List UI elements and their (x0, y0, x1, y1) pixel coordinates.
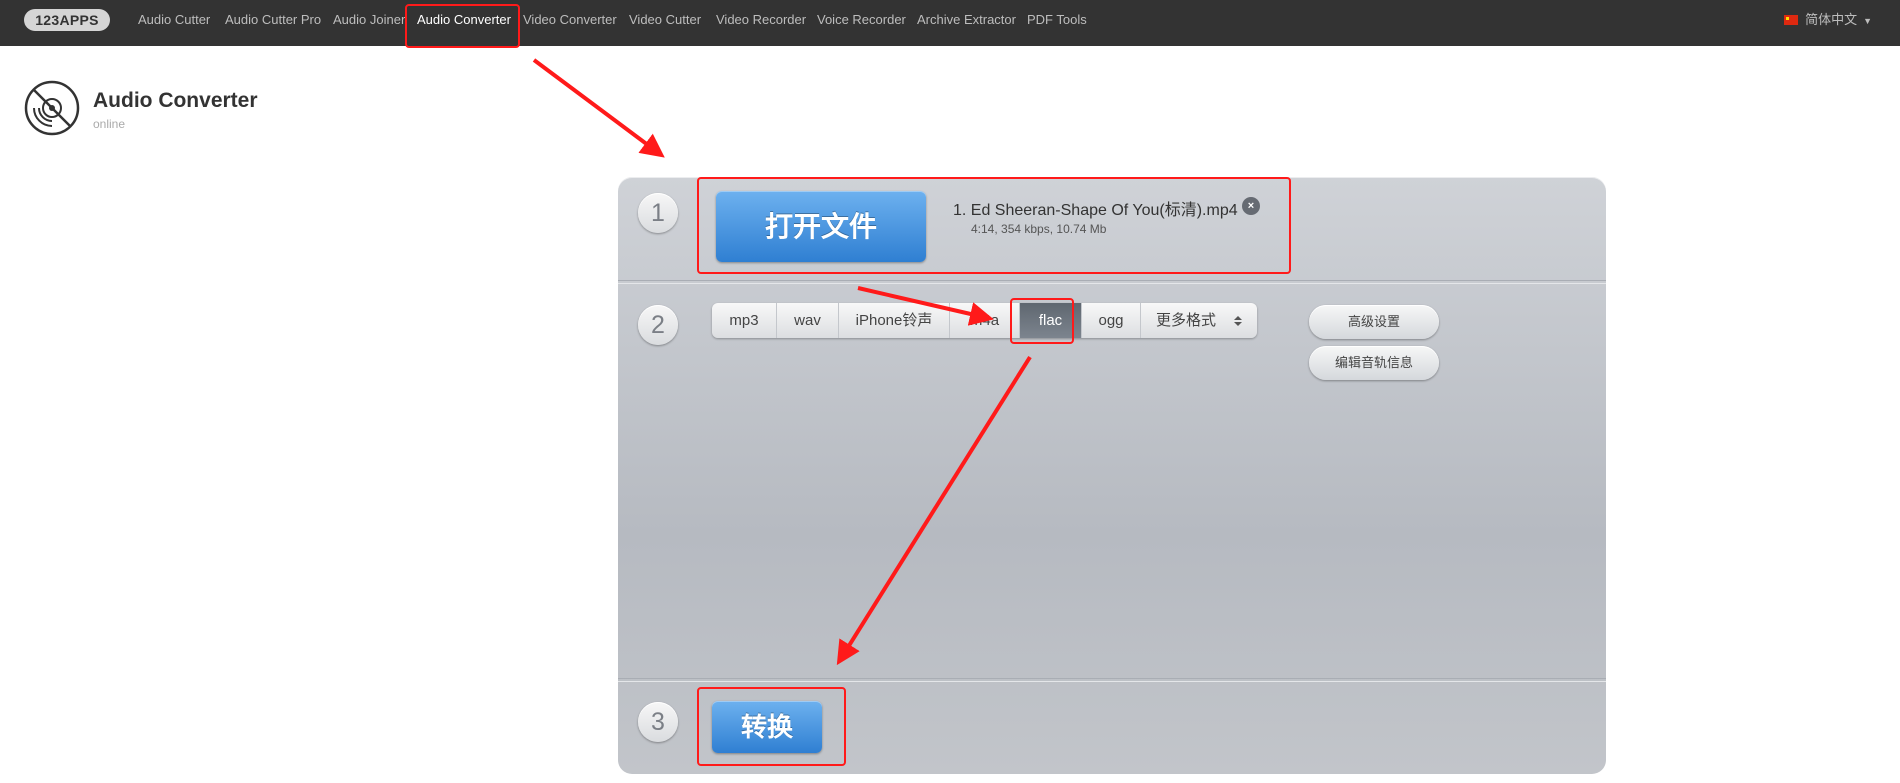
file-name: 1. Ed Sheeran-Shape Of You(标清).mp4 (953, 202, 1238, 219)
step-1-badge: 1 (638, 193, 678, 233)
more-formats-label: 更多格式 (1156, 312, 1217, 329)
language-label: 简体中文 (1805, 12, 1858, 27)
nav-item-audio-converter[interactable]: Audio Converter (417, 0, 511, 40)
format-option-ogg[interactable]: ogg (1082, 303, 1141, 338)
nav-item-video-recorder[interactable]: Video Recorder (716, 0, 806, 40)
format-option-mp3[interactable]: mp3 (712, 303, 777, 338)
page-subtitle: online (93, 117, 126, 131)
up-down-arrows-icon (1234, 316, 1242, 326)
convert-button[interactable]: 转换 (712, 701, 822, 753)
more-formats-select[interactable]: 更多格式 (1141, 303, 1257, 338)
nav-item-video-converter[interactable]: Video Converter (523, 0, 617, 40)
open-file-button[interactable]: 打开文件 (716, 191, 926, 262)
format-selector: mp3 wav iPhone铃声 m4a flac ogg 更多格式 (712, 303, 1257, 338)
disc-icon (24, 80, 80, 136)
step-2-badge: 2 (638, 305, 678, 345)
nav-item-audio-cutter-pro[interactable]: Audio Cutter Pro (225, 0, 321, 40)
format-option-m4a[interactable]: m4a (950, 303, 1020, 338)
converter-panel: 1 打开文件 1. Ed Sheeran-Shape Of You(标清).mp… (618, 177, 1606, 774)
arrow-to-open-file (532, 58, 665, 158)
file-meta: 4:14, 354 kbps, 10.74 Mb (971, 222, 1107, 236)
language-selector[interactable]: 简体中文 ▼ (1784, 0, 1872, 40)
close-icon[interactable]: × (1242, 197, 1260, 215)
format-option-iphone-ringtone[interactable]: iPhone铃声 (839, 303, 950, 338)
chevron-down-icon: ▼ (1863, 16, 1872, 26)
step-3-badge: 3 (638, 702, 678, 742)
nav-item-audio-joiner[interactable]: Audio Joiner (333, 0, 405, 40)
divider (618, 280, 1606, 284)
format-option-flac[interactable]: flac (1020, 303, 1082, 338)
nav-item-video-cutter[interactable]: Video Cutter (629, 0, 701, 40)
divider (618, 678, 1606, 682)
format-option-wav[interactable]: wav (777, 303, 839, 338)
page-title: Audio Converter (93, 89, 258, 112)
nav-item-pdf-tools[interactable]: PDF Tools (1027, 0, 1087, 40)
china-flag-icon (1784, 14, 1799, 25)
advanced-settings-button[interactable]: 高级设置 (1309, 305, 1439, 339)
nav-item-voice-recorder[interactable]: Voice Recorder (817, 0, 906, 40)
nav-item-audio-cutter[interactable]: Audio Cutter (138, 0, 210, 40)
nav-item-archive-extractor[interactable]: Archive Extractor (917, 0, 1016, 40)
edit-track-info-button[interactable]: 编辑音轨信息 (1309, 346, 1439, 380)
logo[interactable]: 123APPS (24, 9, 110, 31)
top-navbar: 123APPS Audio Cutter Audio Cutter Pro Au… (0, 0, 1900, 46)
